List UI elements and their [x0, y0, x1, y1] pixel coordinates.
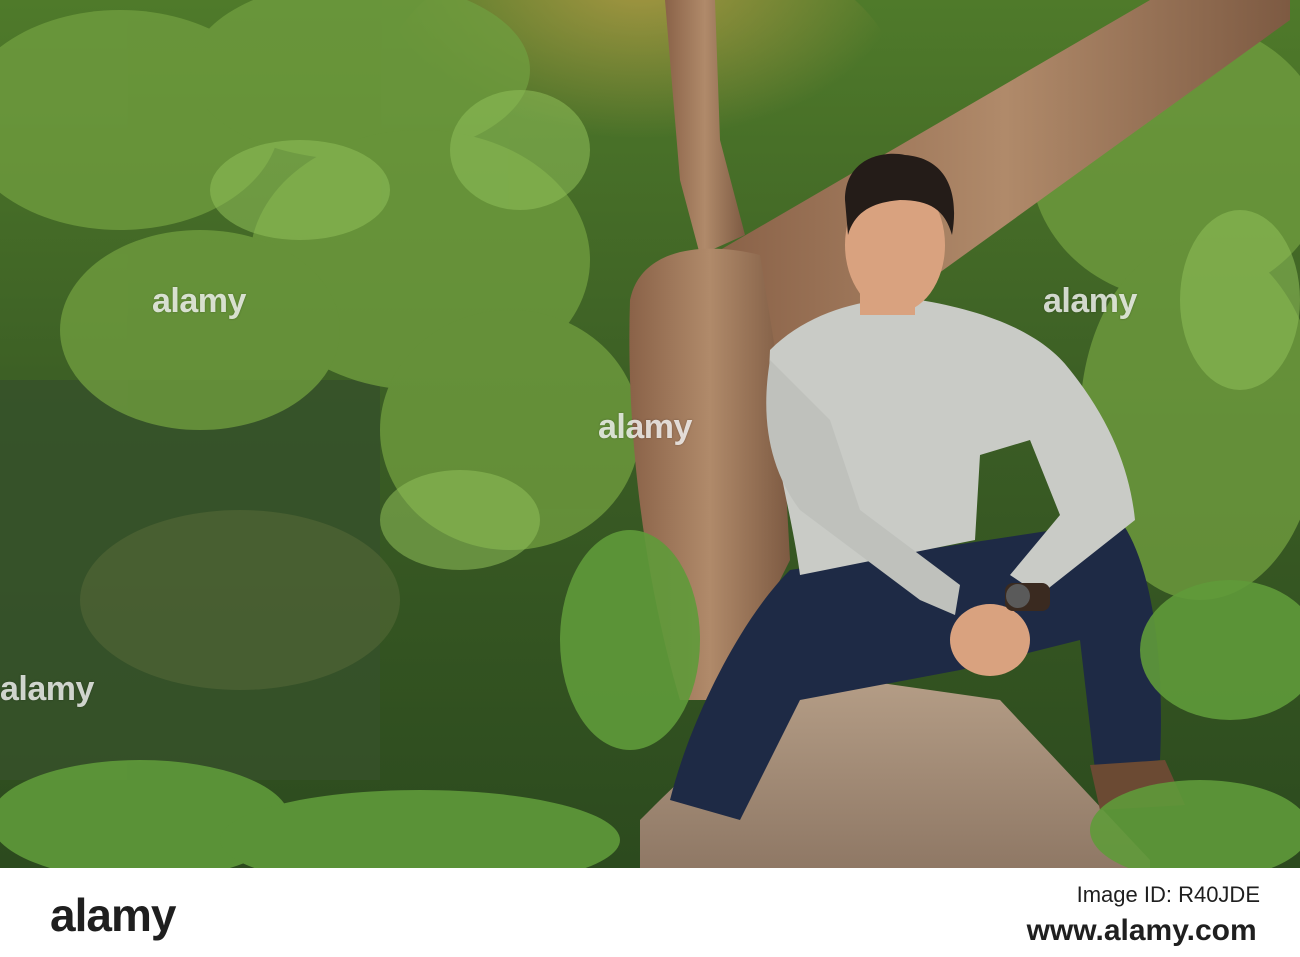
watermark-left: alamy [0, 670, 94, 708]
stock-photo: alamy alamy alamy alamy [0, 0, 1300, 868]
footer-info: Image ID: R40JDE www.alamy.com [1027, 882, 1260, 948]
image-id: Image ID: R40JDE [1076, 882, 1260, 907]
watermark-top-left: alamy [152, 282, 246, 320]
hands [950, 604, 1030, 676]
site-url[interactable]: www.alamy.com [1027, 914, 1260, 948]
watermark-center: alamy [598, 408, 692, 446]
watermark-top-right: alamy [1043, 282, 1137, 320]
footer-bar: alamy Image ID: R40JDE www.alamy.com [0, 868, 1300, 957]
alamy-logo: alamy [50, 889, 176, 941]
